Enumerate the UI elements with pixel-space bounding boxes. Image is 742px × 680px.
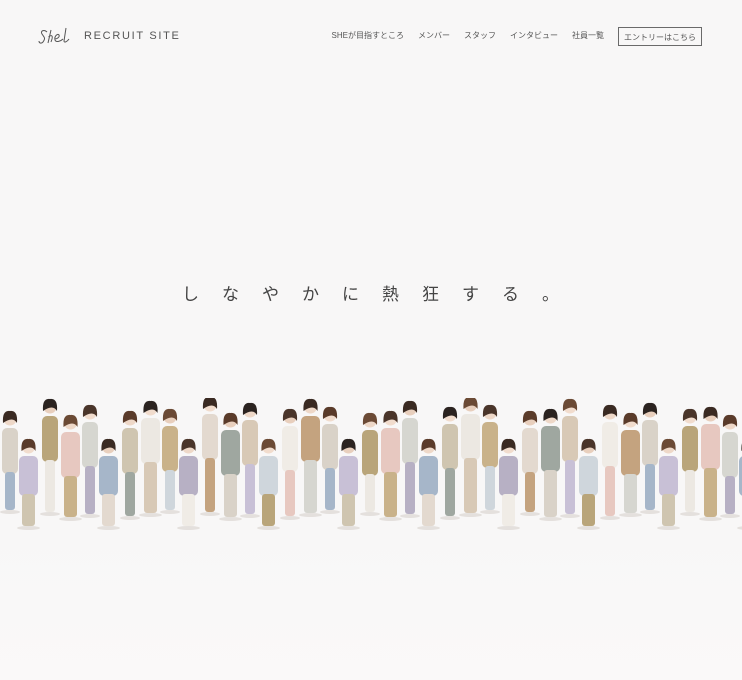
nav-item-members[interactable]: メンバー: [418, 26, 450, 46]
brand[interactable]: RECRUIT SITE: [38, 26, 181, 46]
person-figure: [282, 408, 298, 516]
person-figure: [402, 400, 418, 514]
person-figure: [562, 398, 578, 514]
person-figure: [579, 438, 598, 526]
person-figure: [141, 400, 160, 513]
group-photo: [0, 398, 742, 548]
floor-area: [0, 530, 742, 680]
person-figure: [179, 438, 198, 526]
nav-item-staff[interactable]: スタッフ: [464, 26, 496, 46]
site-label: RECRUIT SITE: [84, 30, 181, 42]
person-figure: [259, 438, 278, 526]
site-header: RECRUIT SITE SHEが目指すところ メンバー スタッフ インタビュー…: [0, 0, 742, 74]
person-figure: [642, 402, 658, 510]
global-nav: SHEが目指すところ メンバー スタッフ インタビュー 社員一覧 エントリーはこ…: [332, 26, 702, 46]
person-figure: [301, 398, 320, 513]
person-figure: [499, 438, 518, 526]
person-figure: [82, 404, 98, 514]
she-logo-icon[interactable]: [38, 26, 72, 46]
person-figure: [602, 404, 618, 516]
person-figure: [162, 408, 178, 510]
person-figure: [99, 438, 118, 526]
person-figure: [659, 438, 678, 526]
person-figure: [419, 438, 438, 526]
person-figure: [461, 398, 480, 513]
person-figure: [621, 412, 640, 513]
person-figure: [701, 406, 720, 517]
person-figure: [482, 404, 498, 510]
person-figure: [242, 402, 258, 514]
person-figure: [722, 414, 738, 514]
entry-button[interactable]: エントリーはこちら: [618, 26, 702, 46]
person-figure: [322, 406, 338, 510]
nav-item-interview[interactable]: インタビュー: [510, 26, 558, 46]
person-figure: [522, 410, 538, 512]
person-figure: [339, 438, 358, 526]
person-figure: [42, 398, 58, 512]
person-figure: [202, 398, 218, 512]
person-figure: [19, 438, 38, 526]
nav-item-vision[interactable]: SHEが目指すところ: [332, 26, 404, 46]
person-figure: [541, 408, 560, 517]
person-figure: [61, 414, 80, 517]
person-figure: [362, 412, 378, 512]
group-photo-image: [0, 398, 742, 530]
person-figure: [442, 406, 458, 516]
nav-item-employee-list[interactable]: 社員一覧: [572, 26, 604, 46]
person-figure: [122, 410, 138, 516]
person-figure: [682, 408, 698, 512]
hero-tagline: しなやかに熱狂する。: [182, 285, 582, 305]
person-figure: [221, 412, 240, 517]
person-figure: [381, 410, 400, 517]
person-figure: [2, 410, 18, 510]
